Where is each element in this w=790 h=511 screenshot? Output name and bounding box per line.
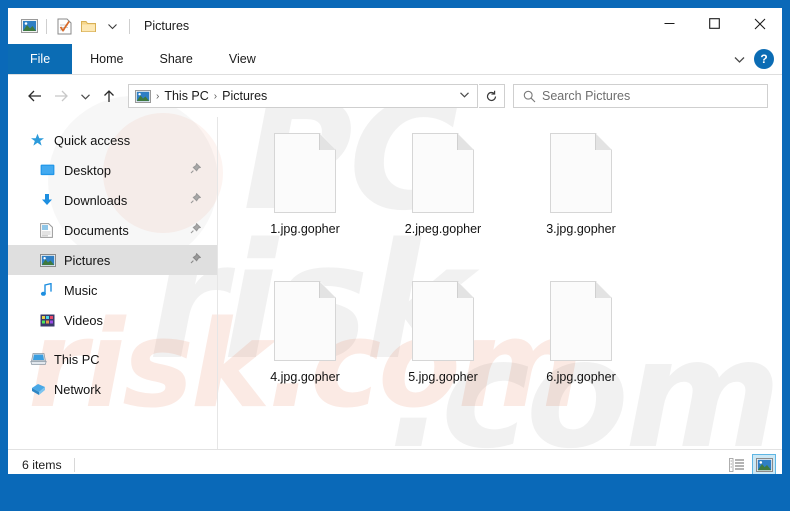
ribbon-tab-actions: ? bbox=[726, 44, 782, 74]
window-title: Pictures bbox=[144, 19, 190, 33]
up-button[interactable] bbox=[96, 83, 122, 109]
recent-locations-chevron-icon[interactable] bbox=[74, 83, 96, 109]
file-item[interactable]: 5.jpg.gopher bbox=[374, 279, 512, 427]
new-folder-icon[interactable] bbox=[76, 14, 100, 38]
explorer-window: PC risk risk.com .com bbox=[0, 0, 790, 511]
sidebar-item-label: Desktop bbox=[64, 162, 111, 178]
blank-document-icon bbox=[274, 133, 336, 213]
breadcrumb[interactable]: › This PC › Pictures bbox=[128, 84, 478, 108]
view-toggle-group bbox=[725, 453, 776, 475]
search-placeholder: Search Pictures bbox=[542, 89, 631, 103]
pin-icon[interactable] bbox=[190, 162, 202, 177]
sidebar-item-label: This PC bbox=[54, 351, 100, 367]
toolbar-divider bbox=[129, 18, 130, 34]
sidebar-item-label: Music bbox=[64, 282, 98, 298]
status-bar: 6 items bbox=[8, 449, 782, 474]
this-pc-icon bbox=[30, 352, 52, 366]
pin-icon[interactable] bbox=[190, 252, 202, 267]
blank-document-icon bbox=[550, 281, 612, 361]
help-button[interactable]: ? bbox=[754, 49, 774, 69]
file-name: 5.jpg.gopher bbox=[408, 370, 478, 384]
file-name: 2.jpeg.gopher bbox=[404, 222, 482, 236]
sidebar-item-label: Network bbox=[54, 381, 101, 397]
sidebar-item-network[interactable]: Network bbox=[8, 374, 217, 404]
file-item[interactable]: 3.jpg.gopher bbox=[512, 131, 650, 279]
sidebar-item-documents[interactable]: Documents bbox=[8, 215, 217, 245]
tab-share[interactable]: Share bbox=[142, 44, 211, 74]
network-icon bbox=[30, 382, 52, 396]
customize-chevron-icon[interactable] bbox=[100, 14, 124, 38]
sidebar-item-label: Pictures bbox=[64, 252, 111, 268]
file-name: 3.jpg.gopher bbox=[546, 222, 616, 236]
pin-icon[interactable] bbox=[190, 222, 202, 237]
close-button[interactable] bbox=[737, 8, 782, 39]
blank-document-icon bbox=[550, 133, 612, 213]
tab-home[interactable]: Home bbox=[72, 44, 141, 74]
sidebar-item-label: Documents bbox=[64, 222, 129, 238]
breadcrumb-this-pc[interactable]: This PC bbox=[161, 89, 211, 103]
desktop-icon bbox=[40, 164, 62, 177]
documents-icon bbox=[40, 222, 62, 238]
file-list-pane[interactable]: 1.jpg.gopher 2.jpeg.gopher 3.jpg.gopher bbox=[218, 117, 782, 449]
quick-access-toolbar bbox=[8, 14, 135, 38]
ribbon-tab-bar: File Home Share View ? bbox=[8, 44, 782, 75]
search-icon bbox=[520, 90, 538, 103]
star-icon bbox=[30, 133, 52, 148]
pin-icon[interactable] bbox=[190, 192, 202, 207]
window-controls bbox=[647, 8, 782, 44]
breadcrumb-pictures[interactable]: Pictures bbox=[219, 89, 270, 103]
sidebar-item-desktop[interactable]: Desktop bbox=[8, 155, 217, 185]
content-area: Quick access Desktop Downloads Documents… bbox=[8, 117, 782, 449]
details-view-button[interactable] bbox=[725, 454, 749, 475]
sidebar-item-music[interactable]: Music bbox=[8, 275, 217, 305]
back-button[interactable] bbox=[22, 83, 48, 109]
item-count: 6 items bbox=[22, 457, 62, 472]
search-input[interactable]: Search Pictures bbox=[513, 84, 768, 108]
properties-icon[interactable] bbox=[52, 14, 76, 38]
pictures-icon bbox=[40, 253, 62, 267]
file-grid: 1.jpg.gopher 2.jpeg.gopher 3.jpg.gopher bbox=[236, 131, 782, 427]
file-name: 1.jpg.gopher bbox=[270, 222, 340, 236]
file-name: 6.jpg.gopher bbox=[546, 370, 616, 384]
blank-document-icon bbox=[412, 281, 474, 361]
breadcrumb-dropdown-chevron-icon[interactable] bbox=[455, 89, 473, 103]
sidebar-item-pictures[interactable]: Pictures bbox=[8, 245, 217, 275]
window-frame: PC risk risk.com .com bbox=[8, 8, 782, 474]
pictures-icon[interactable] bbox=[17, 14, 41, 38]
sidebar-item-label: Quick access bbox=[54, 132, 131, 148]
breadcrumb-separator: › bbox=[156, 90, 160, 102]
sidebar-item-downloads[interactable]: Downloads bbox=[8, 185, 217, 215]
address-bar: › This PC › Pictures Search Pictures bbox=[8, 75, 782, 117]
refresh-button[interactable] bbox=[479, 84, 505, 108]
sidebar-item-this-pc[interactable]: This PC bbox=[8, 344, 217, 374]
downloads-icon bbox=[40, 193, 62, 207]
pictures-icon bbox=[135, 88, 151, 104]
sidebar-item-videos[interactable]: Videos bbox=[8, 305, 217, 335]
breadcrumb-separator: › bbox=[213, 90, 218, 102]
navigation-pane: Quick access Desktop Downloads Documents… bbox=[8, 117, 218, 449]
sidebar-item-label: Videos bbox=[64, 312, 103, 328]
minimize-button[interactable] bbox=[647, 8, 692, 39]
music-icon bbox=[40, 283, 62, 297]
file-item[interactable]: 1.jpg.gopher bbox=[236, 131, 374, 279]
toolbar-divider bbox=[46, 18, 47, 34]
tab-view[interactable]: View bbox=[211, 44, 274, 74]
file-item[interactable]: 4.jpg.gopher bbox=[236, 279, 374, 427]
forward-button[interactable] bbox=[48, 83, 74, 109]
blank-document-icon bbox=[274, 281, 336, 361]
videos-icon bbox=[40, 314, 62, 327]
file-name: 4.jpg.gopher bbox=[270, 370, 340, 384]
sidebar-item-label: Downloads bbox=[64, 192, 128, 208]
status-divider bbox=[73, 457, 75, 472]
tab-file[interactable]: File bbox=[8, 44, 73, 74]
sidebar-item-quick-access[interactable]: Quick access bbox=[8, 125, 217, 155]
expand-ribbon-chevron-icon[interactable] bbox=[726, 46, 752, 72]
maximize-button[interactable] bbox=[692, 8, 737, 39]
file-item[interactable]: 6.jpg.gopher bbox=[512, 279, 650, 427]
file-item[interactable]: 2.jpeg.gopher bbox=[374, 131, 512, 279]
title-bar: Pictures bbox=[8, 8, 782, 44]
blank-document-icon bbox=[412, 133, 474, 213]
large-icons-view-button[interactable] bbox=[752, 453, 776, 474]
